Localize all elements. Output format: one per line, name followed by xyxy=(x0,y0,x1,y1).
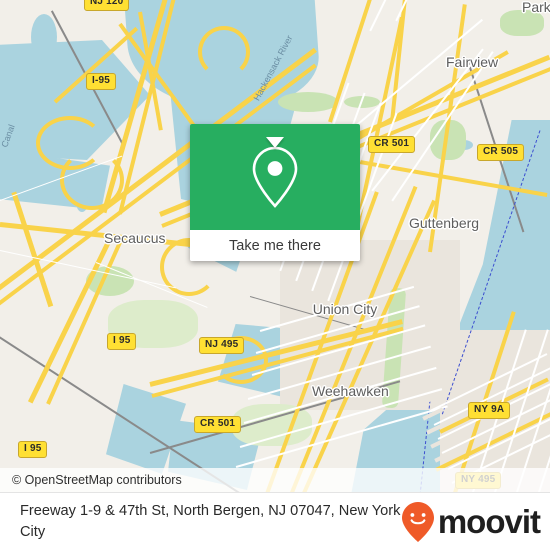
place-label-union-city-text: Union City xyxy=(312,301,378,317)
footer-bar: Freeway 1-9 & 47th St, North Bergen, NJ … xyxy=(0,492,550,551)
moovit-logo[interactable]: moovit xyxy=(401,501,541,543)
shield-cr-501-north: CR 501 xyxy=(368,136,416,153)
address-text: Freeway 1-9 & 47th St, North Bergen, NJ … xyxy=(20,503,401,540)
moovit-map-screenshot: Hackensack River Canal Fairview Guttenbe… xyxy=(0,0,550,551)
map-pin-icon xyxy=(252,146,298,208)
card-pointer-tail xyxy=(266,137,284,148)
place-label-union-city: Union City xyxy=(312,301,378,317)
motorway-loop-c xyxy=(198,26,250,78)
shield-cr-505: CR 505 xyxy=(477,144,525,161)
shield-cr-501-south: CR 501 xyxy=(194,416,242,433)
place-label-park: Park xyxy=(522,0,550,15)
place-label-fairview: Fairview xyxy=(446,54,499,70)
shield-ny-9a: NY 9A xyxy=(468,402,511,419)
shield-nj-120: NJ 120 xyxy=(84,0,130,11)
take-me-there-label: Take me there xyxy=(229,237,321,254)
map-canvas[interactable]: Hackensack River Canal Fairview Guttenbe… xyxy=(0,0,550,492)
moovit-wordmark: moovit xyxy=(437,503,541,540)
shield-nj-495: NJ 495 xyxy=(199,337,245,354)
place-label-secaucus: Secaucus xyxy=(104,230,166,246)
shield-i-95-top: I-95 xyxy=(86,73,117,90)
osm-attribution[interactable]: © OpenStreetMap contributors xyxy=(0,468,550,492)
take-me-there-button[interactable]: Take me there xyxy=(190,230,360,261)
shield-i-95-mid: I 95 xyxy=(107,333,137,350)
moovit-pin-smile-icon xyxy=(401,502,434,542)
water-small-pond-top xyxy=(31,14,57,60)
place-label-guttenberg: Guttenberg xyxy=(409,215,480,231)
shield-i-95-bottom: I 95 xyxy=(18,441,48,458)
place-label-weehawken: Weehawken xyxy=(312,383,389,399)
park-island-green xyxy=(278,92,338,112)
